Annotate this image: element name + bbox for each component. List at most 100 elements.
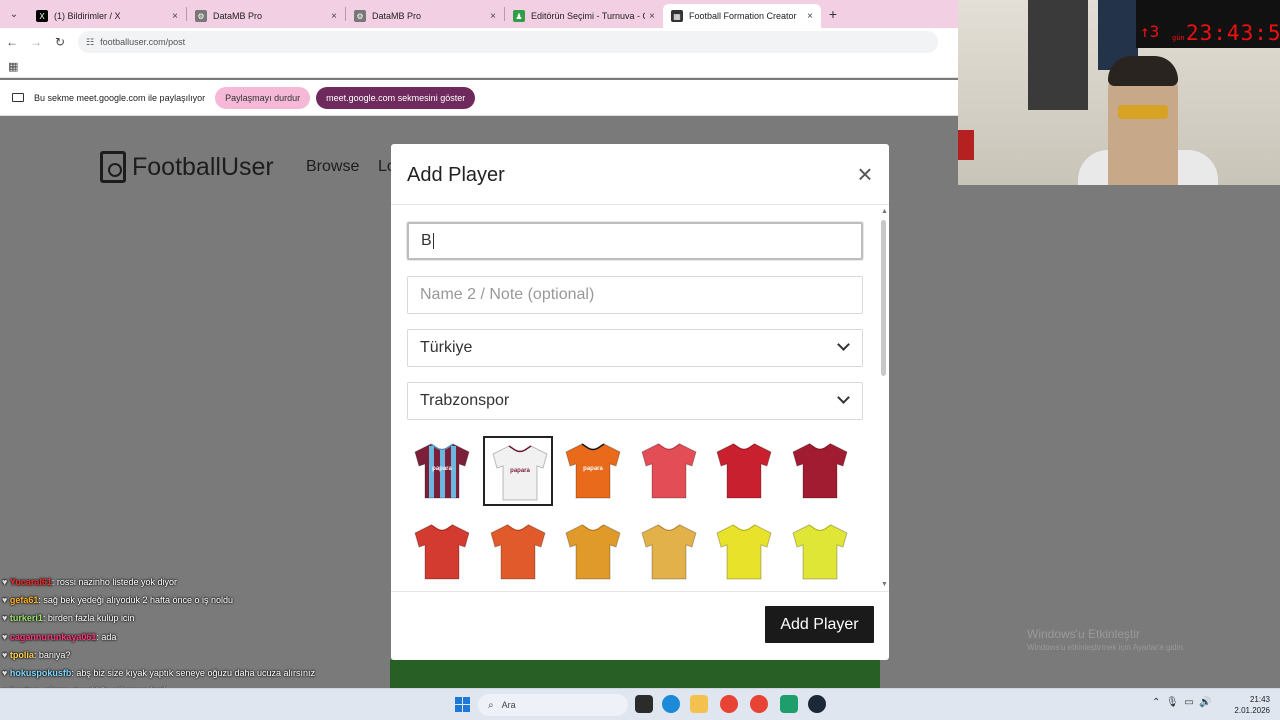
chat-text: : rossi nazinho listede yok diyor bbox=[51, 577, 177, 587]
kit-yellow[interactable] bbox=[709, 517, 779, 587]
reload-icon[interactable]: ↻ bbox=[48, 35, 72, 49]
screen-share-icon bbox=[12, 93, 24, 102]
jersey-icon: papara bbox=[491, 445, 548, 501]
apps-grid-icon[interactable]: ▦ bbox=[8, 60, 18, 73]
chat-text: : abş biz size kıyak yaptık seneye oğuzu… bbox=[71, 667, 316, 678]
add-player-button[interactable]: Add Player bbox=[765, 606, 874, 643]
timer-prefix: ↑3 bbox=[1140, 22, 1160, 41]
windows-activation-title: Windows'u Etkinleştir bbox=[1027, 627, 1140, 641]
player-name-value: B bbox=[421, 232, 432, 249]
tab-close-icon[interactable]: × bbox=[490, 11, 496, 22]
jersey-icon bbox=[716, 524, 772, 580]
club-value: Trabzonspor bbox=[420, 392, 510, 409]
windows-start-icon[interactable] bbox=[455, 697, 470, 712]
steam-icon[interactable] bbox=[808, 695, 826, 713]
note-placeholder: Name 2 / Note (optional) bbox=[420, 286, 595, 303]
browser-tab-1[interactable]: ⚙ DataMB Pro × bbox=[187, 4, 345, 28]
url-field[interactable]: ☷ footballuser.com/post bbox=[78, 31, 938, 53]
kit-away-white[interactable]: papara bbox=[482, 436, 553, 506]
country-value: Türkiye bbox=[420, 339, 473, 356]
jersey-icon bbox=[641, 524, 697, 580]
browser-tab-2[interactable]: ⚙ DataMB Pro × bbox=[346, 4, 504, 28]
club-select[interactable]: Trabzonspor bbox=[407, 382, 863, 420]
tab-favicon-icon: X bbox=[36, 10, 48, 22]
show-meet-tab-button[interactable]: meet.google.com sekmesini göster bbox=[316, 86, 476, 109]
chat-username: tpolia bbox=[9, 649, 34, 660]
modal-body: B Name 2 / Note (optional) Türkiye Trabz… bbox=[391, 205, 889, 591]
chat-username: gefa61 bbox=[9, 595, 39, 606]
file-explorer-icon[interactable] bbox=[690, 695, 708, 713]
back-icon[interactable]: ← bbox=[0, 35, 24, 49]
browser-tab-3[interactable]: ♟ Editörün Seçimi - Turnuva - Qu × bbox=[505, 4, 663, 28]
kit-home-stripes[interactable]: papara bbox=[407, 436, 477, 506]
tab-close-icon[interactable]: × bbox=[331, 11, 337, 22]
new-tab-button[interactable]: + bbox=[821, 6, 845, 22]
sharing-text: Bu sekme meet.google.com ile paylaşılıyo… bbox=[34, 92, 206, 103]
kit-amber[interactable] bbox=[558, 517, 628, 587]
country-select[interactable]: Türkiye bbox=[407, 329, 863, 367]
tab-favicon-icon: ♟ bbox=[513, 10, 525, 22]
chrome-profile-icon[interactable] bbox=[750, 695, 768, 713]
chat-heart-icon: ♥ bbox=[2, 649, 10, 660]
forward-icon[interactable]: → bbox=[24, 35, 48, 49]
taskbar-date: 2.01.2026 bbox=[1234, 706, 1270, 715]
taskbar-search[interactable]: ⌕ Ara bbox=[478, 694, 628, 716]
chevron-down-icon bbox=[837, 391, 850, 404]
scroll-thumb[interactable] bbox=[881, 220, 886, 376]
tab-title: DataMB Pro bbox=[213, 11, 263, 21]
close-icon[interactable]: × bbox=[854, 161, 876, 187]
stop-sharing-button[interactable]: Paylaşmayı durdur bbox=[215, 86, 311, 109]
chat-message: ♥ hokuspokusfb: abş biz size kıyak yaptı… bbox=[2, 668, 402, 686]
kit-lime-yellow[interactable] bbox=[785, 517, 855, 587]
chrome-icon[interactable] bbox=[720, 695, 738, 713]
modal-scrollbar[interactable]: ▲ ▼ bbox=[881, 208, 888, 588]
kit-brick-red[interactable] bbox=[407, 517, 477, 587]
nav-browse-link[interactable]: Browse bbox=[306, 158, 359, 176]
jersey-icon bbox=[565, 524, 621, 580]
system-tray-icons[interactable]: ⌃ 🎙 ▭ 🔊 bbox=[1152, 697, 1212, 708]
svg-text:papara: papara bbox=[510, 468, 530, 474]
scroll-up-arrow-icon[interactable]: ▲ bbox=[881, 208, 888, 215]
chat-heart-icon: ♥ bbox=[2, 667, 10, 678]
note-input[interactable]: Name 2 / Note (optional) bbox=[407, 276, 863, 314]
scroll-down-arrow-icon[interactable]: ▼ bbox=[881, 581, 888, 588]
tab-close-icon[interactable]: × bbox=[649, 11, 655, 22]
add-player-modal: Add Player × B Name 2 / Note (optional) … bbox=[391, 144, 889, 660]
chat-text: : baniya? bbox=[33, 649, 71, 660]
kit-red-orange[interactable] bbox=[483, 517, 553, 587]
stream-chat-overlay: ♥ Yucaral61: rossi nazinho listede yok d… bbox=[2, 577, 402, 704]
browser-tab-0[interactable]: X (1) Bildirimler / X × bbox=[28, 4, 186, 28]
timer-time: 23:43:50 bbox=[1186, 21, 1280, 45]
app-icon[interactable] bbox=[780, 695, 798, 713]
search-icon: ⌕ bbox=[488, 699, 494, 711]
tab-search-chevron-icon[interactable]: ⌄ bbox=[0, 0, 28, 28]
site-info-icon[interactable]: ☷ bbox=[86, 37, 94, 48]
tab-close-icon[interactable]: × bbox=[172, 11, 178, 22]
address-bar: ← → ↻ ☷ footballuser.com/post bbox=[0, 28, 958, 56]
chat-heart-icon: ♥ bbox=[2, 631, 10, 642]
kit-third-orange[interactable]: papara bbox=[558, 436, 628, 506]
tab-close-icon[interactable]: × bbox=[807, 11, 813, 22]
windows-taskbar: ⌕ Ara ⌃ 🎙 ▭ 🔊 21:43 2.01.2026 bbox=[0, 688, 1280, 720]
browser-tab-4[interactable]: ▦ Football Formation Creator × bbox=[663, 4, 821, 28]
kit-gold[interactable] bbox=[634, 517, 704, 587]
player-name-input[interactable]: B bbox=[407, 222, 863, 260]
windows-activation-text: Windows'u etkinleştirmek için Ayarlar'a … bbox=[1027, 643, 1186, 652]
chat-text: : ada bbox=[96, 631, 117, 642]
chat-text: : birden fazla kulüp icin bbox=[42, 613, 135, 624]
taskbar-clock[interactable]: 21:43 2.01.2026 bbox=[1230, 694, 1270, 716]
chat-message: ♥ gefa61: sağ bek yedeği alıyoduk 2 haft… bbox=[2, 595, 402, 613]
jersey-icon: papara bbox=[565, 443, 621, 499]
taskbar-time: 21:43 bbox=[1249, 695, 1270, 704]
kit-pink-red[interactable] bbox=[634, 436, 704, 506]
site-logo[interactable]: FootballUser bbox=[100, 151, 274, 183]
modal-title: Add Player bbox=[407, 164, 505, 186]
task-view-icon[interactable] bbox=[635, 695, 653, 713]
pitch-logo-icon bbox=[100, 151, 126, 183]
kit-maroon[interactable] bbox=[785, 436, 855, 506]
kit-red[interactable] bbox=[709, 436, 779, 506]
bookmarks-bar: ▦ bbox=[0, 56, 958, 78]
chevron-down-icon bbox=[837, 338, 850, 351]
chat-message: ♥ tpolia: baniya? bbox=[2, 650, 402, 668]
edge-icon[interactable] bbox=[662, 695, 680, 713]
